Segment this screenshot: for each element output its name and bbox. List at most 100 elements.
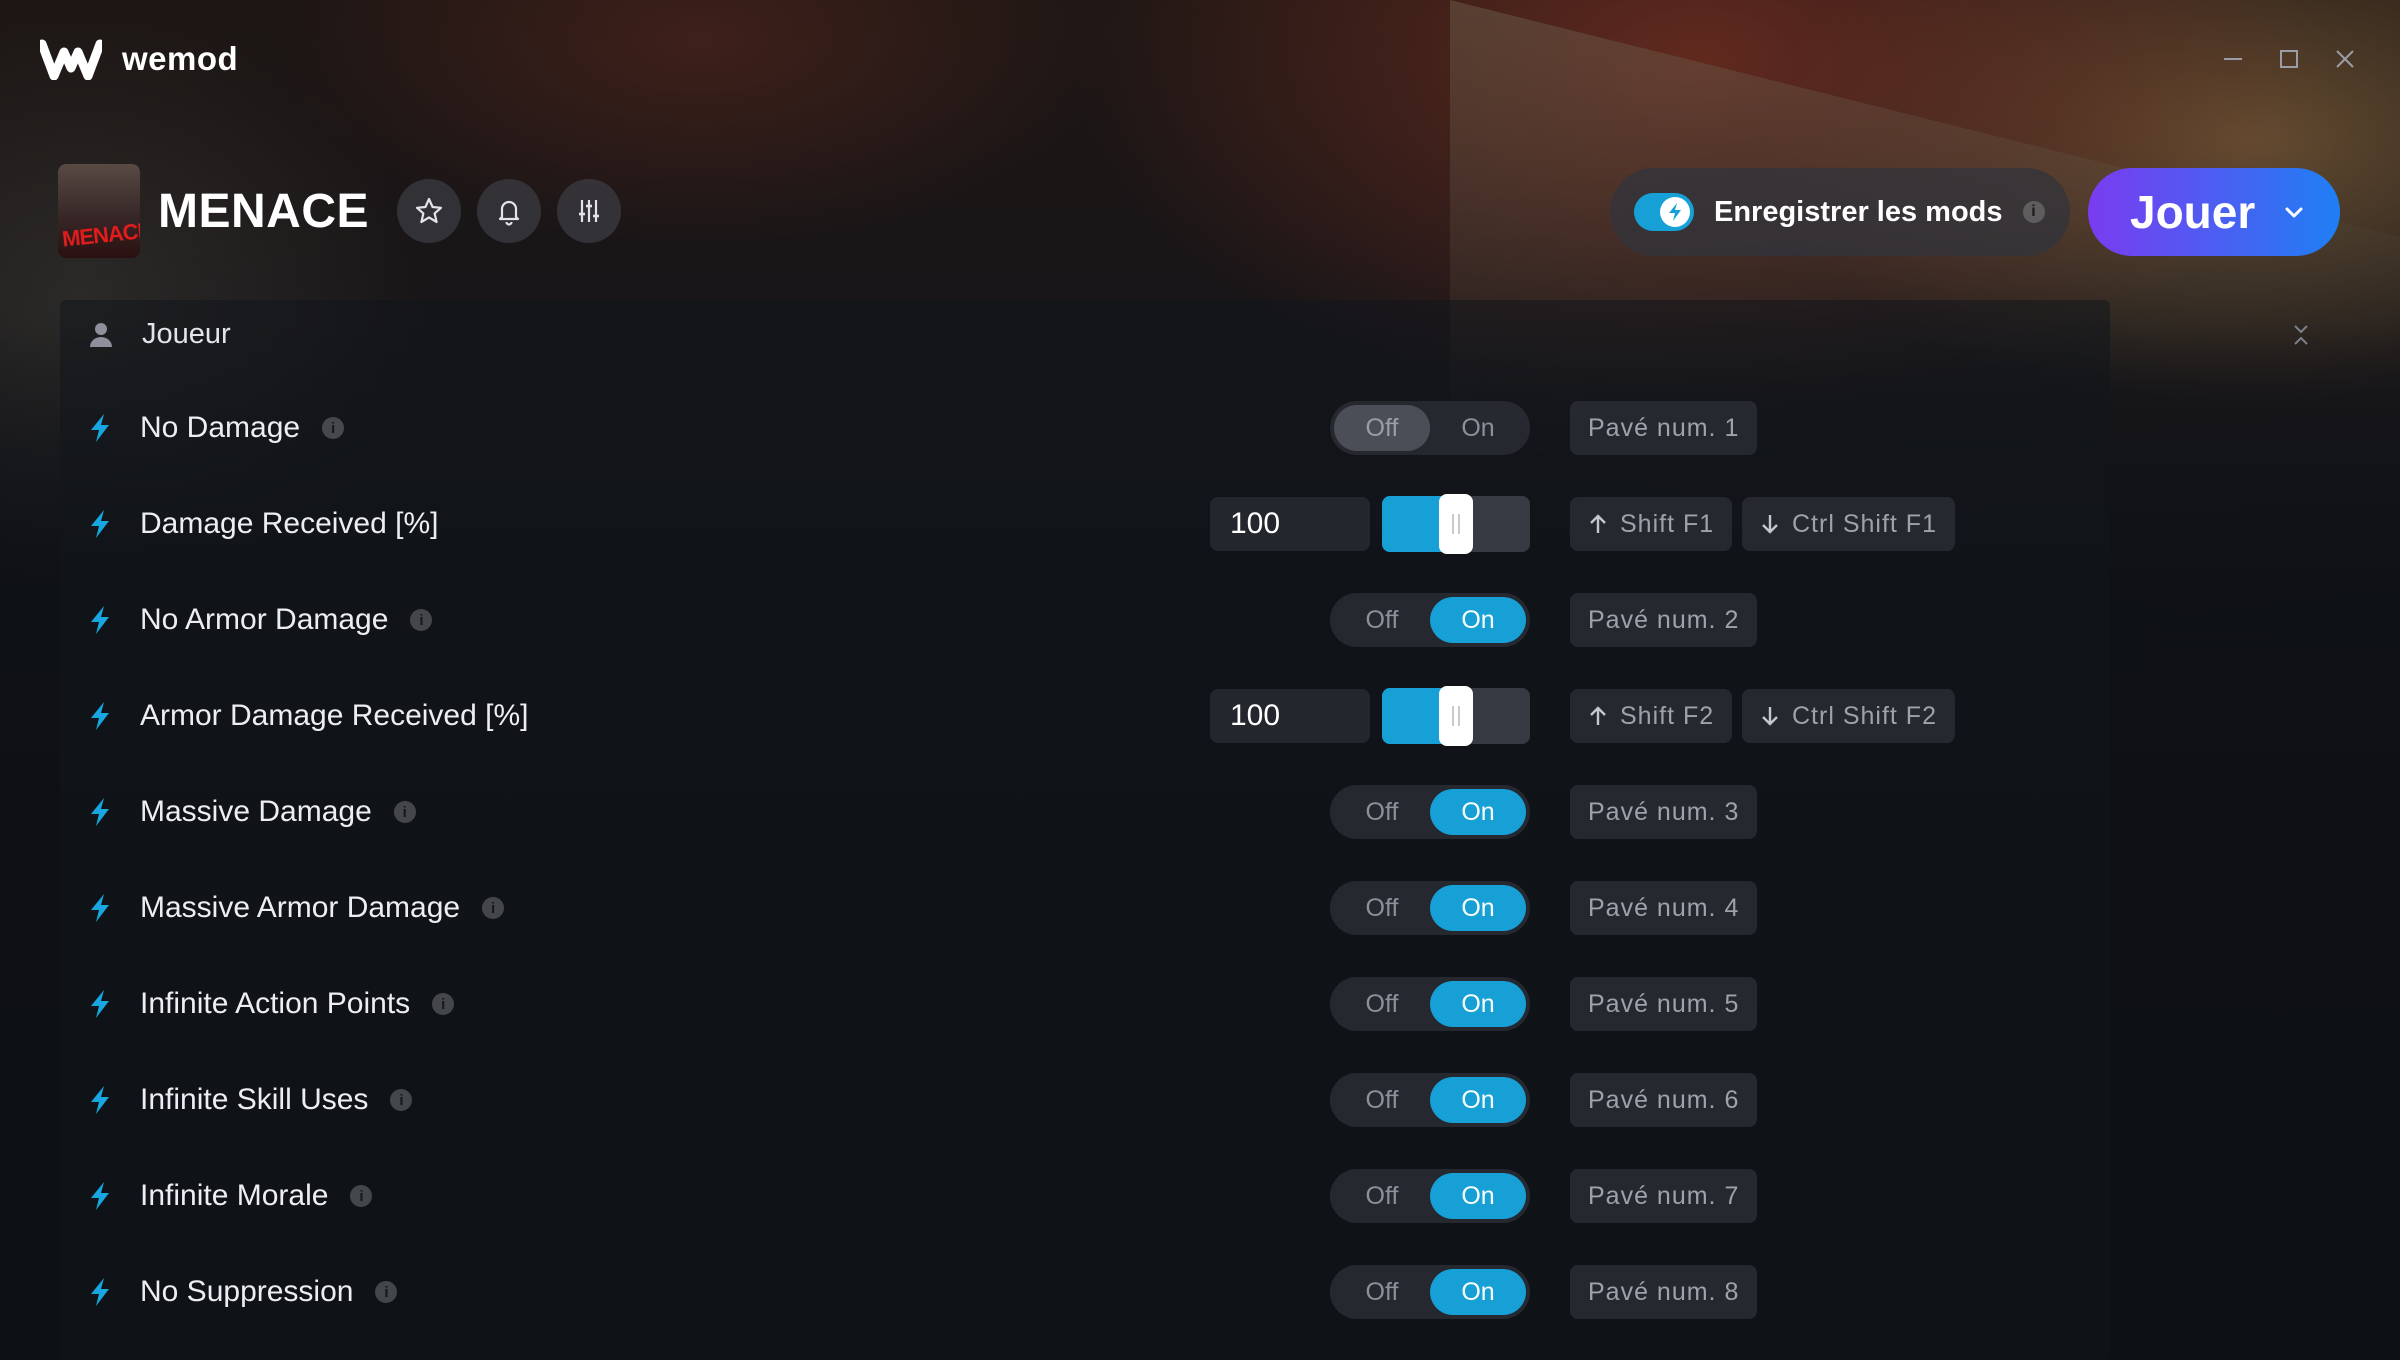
close-icon xyxy=(2336,50,2354,68)
mod-label: No Damage xyxy=(140,411,301,444)
hotkey-decrease[interactable]: Ctrl Shift F2 xyxy=(1742,689,1955,743)
value-slider[interactable] xyxy=(1382,686,1530,746)
game-header: MENACE MENACE xyxy=(58,164,637,258)
save-mods-knob xyxy=(1660,197,1690,227)
hotkey-increase[interactable]: Shift F2 xyxy=(1570,689,1733,743)
toggle-off-option[interactable]: Off xyxy=(1334,1077,1430,1123)
window-controls xyxy=(2218,44,2360,74)
toggle-on-option[interactable]: On xyxy=(1430,981,1526,1027)
mod-toggle[interactable]: Off On xyxy=(1330,1169,1530,1223)
mod-toggle[interactable]: Off On xyxy=(1330,977,1530,1031)
collapse-icon[interactable] xyxy=(2288,322,2314,348)
value-input[interactable]: 100 xyxy=(1210,497,1370,551)
hotkey-button[interactable]: Pavé num. 3 xyxy=(1570,785,1758,839)
value-slider[interactable] xyxy=(1382,494,1530,554)
bolt-icon xyxy=(91,798,109,826)
arrow-up-icon xyxy=(1590,514,1606,533)
app-name: wemod xyxy=(122,40,239,77)
toggle-off-option[interactable]: Off xyxy=(1334,1269,1430,1315)
favorite-button[interactable] xyxy=(397,179,462,243)
mod-label: Massive Damage xyxy=(140,795,372,828)
mod-row: Massive Damage i Off On Pavé num. 3 xyxy=(60,764,2110,860)
toggle-off-option[interactable]: Off xyxy=(1334,885,1430,931)
arrow-down-icon xyxy=(1762,515,1778,534)
play-button[interactable]: Jouer xyxy=(2088,168,2340,256)
toggle-on-option[interactable]: On xyxy=(1430,597,1526,643)
info-icon[interactable]: i xyxy=(375,1281,398,1303)
arrow-down-icon xyxy=(1762,707,1778,726)
hotkey-button[interactable]: Pavé num. 5 xyxy=(1570,977,1758,1031)
save-mods-toggle[interactable] xyxy=(1634,193,1694,231)
mod-toggle[interactable]: Off On xyxy=(1330,881,1530,935)
toggle-on-option[interactable]: On xyxy=(1430,1173,1526,1219)
slider-thumb[interactable] xyxy=(1439,686,1473,746)
minimize-button[interactable] xyxy=(2218,44,2248,74)
hotkey-increase[interactable]: Shift F1 xyxy=(1570,497,1733,551)
mod-label-group: Damage Received [%] xyxy=(88,507,438,541)
info-icon[interactable]: i xyxy=(393,801,416,823)
toggle-on-option[interactable]: On xyxy=(1430,1269,1526,1315)
hotkey-label: Shift F1 xyxy=(1620,509,1715,538)
hotkey-button[interactable]: Pavé num. 8 xyxy=(1570,1265,1758,1319)
info-icon[interactable]: i xyxy=(390,1089,413,1111)
hotkey-label: Shift F2 xyxy=(1620,701,1715,730)
maximize-icon xyxy=(2280,50,2298,68)
toggle-off-option[interactable]: Off xyxy=(1334,597,1430,643)
hotkey-label: Pavé num. 8 xyxy=(1588,1277,1740,1306)
mod-label-group: No Armor Damage i xyxy=(88,603,433,637)
close-button[interactable] xyxy=(2330,44,2360,74)
mod-toggle[interactable]: Off On xyxy=(1330,1265,1530,1319)
save-mods-info-icon[interactable]: i xyxy=(2022,201,2045,223)
bolt-icon xyxy=(91,1086,109,1114)
mod-label: No Suppression xyxy=(140,1275,354,1308)
info-icon[interactable]: i xyxy=(482,897,505,919)
save-mods-label: Enregistrer les mods xyxy=(1714,195,2003,228)
section-title: Joueur xyxy=(142,318,231,350)
hotkey-decrease[interactable]: Ctrl Shift F1 xyxy=(1742,497,1955,551)
mod-row: No Armor Damage i Off On Pavé num. 2 xyxy=(60,572,2110,668)
mod-label: Infinite Morale xyxy=(140,1179,329,1212)
info-icon[interactable]: i xyxy=(350,1185,373,1207)
toggle-off-option[interactable]: Off xyxy=(1334,405,1430,451)
mod-toggle[interactable]: Off On xyxy=(1330,401,1530,455)
info-icon[interactable]: i xyxy=(432,993,455,1015)
toggle-on-option[interactable]: On xyxy=(1430,789,1526,835)
toggle-on-option[interactable]: On xyxy=(1430,1077,1526,1123)
hotkey-label: Pavé num. 6 xyxy=(1588,1085,1740,1114)
notifications-button[interactable] xyxy=(477,179,542,243)
info-icon[interactable]: i xyxy=(322,417,345,439)
mod-label-group: Infinite Skill Uses i xyxy=(88,1083,413,1117)
mod-label: Infinite Action Points xyxy=(140,987,411,1020)
mod-row: No Suppression i Off On Pavé num. 8 xyxy=(60,1244,2110,1340)
toggle-off-option[interactable]: Off xyxy=(1334,981,1430,1027)
play-label: Jouer xyxy=(2130,186,2256,238)
toggle-off-option[interactable]: Off xyxy=(1334,1173,1430,1219)
chevron-down-icon[interactable] xyxy=(2283,201,2305,223)
hotkey-label: Pavé num. 3 xyxy=(1588,797,1740,826)
slider-thumb[interactable] xyxy=(1439,494,1473,554)
hotkey-button[interactable]: Pavé num. 2 xyxy=(1570,593,1758,647)
toggle-on-option[interactable]: On xyxy=(1430,405,1526,451)
bolt-icon xyxy=(91,510,109,538)
mod-toggle[interactable]: Off On xyxy=(1330,593,1530,647)
hotkey-label: Pavé num. 7 xyxy=(1588,1181,1740,1210)
mod-toggle[interactable]: Off On xyxy=(1330,785,1530,839)
hotkey-label: Pavé num. 4 xyxy=(1588,893,1740,922)
save-mods-control[interactable]: Enregistrer les mods i xyxy=(1610,168,2070,256)
person-icon xyxy=(90,322,112,347)
value-input[interactable]: 100 xyxy=(1210,689,1370,743)
hotkey-button[interactable]: Pavé num. 4 xyxy=(1570,881,1758,935)
toggle-off-option[interactable]: Off xyxy=(1334,789,1430,835)
mod-toggle[interactable]: Off On xyxy=(1330,1073,1530,1127)
mod-label-group: No Suppression i xyxy=(88,1275,398,1309)
mod-settings-button[interactable] xyxy=(557,179,622,243)
maximize-button[interactable] xyxy=(2274,44,2304,74)
hotkey-button[interactable]: Pavé num. 7 xyxy=(1570,1169,1758,1223)
hotkey-button[interactable]: Pavé num. 6 xyxy=(1570,1073,1758,1127)
bell-icon xyxy=(498,200,520,226)
bolt-icon xyxy=(91,894,109,922)
toggle-on-option[interactable]: On xyxy=(1430,885,1526,931)
mod-label: Massive Armor Damage xyxy=(140,891,461,924)
info-icon[interactable]: i xyxy=(410,609,433,631)
hotkey-button[interactable]: Pavé num. 1 xyxy=(1570,401,1758,455)
